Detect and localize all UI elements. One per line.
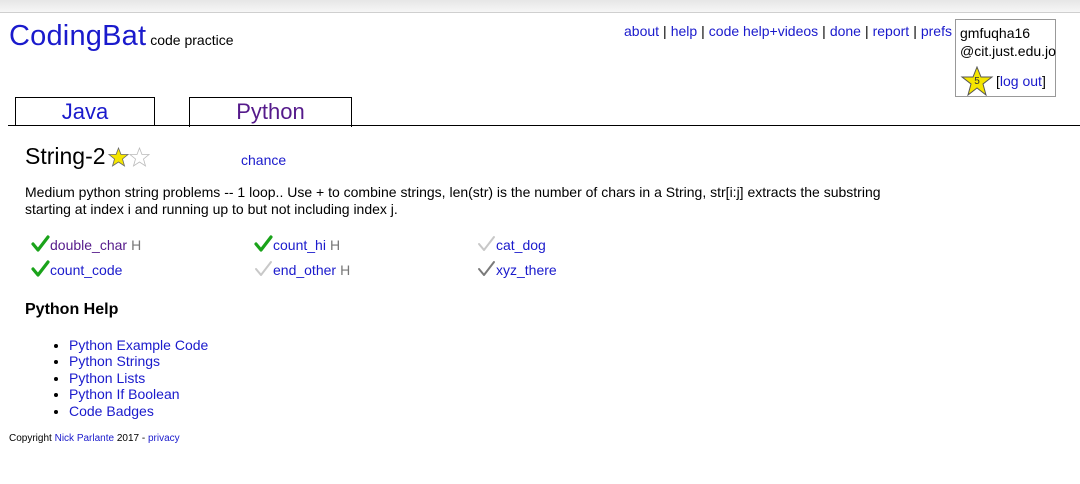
section-title: String-2: [25, 143, 150, 170]
check-unsolved-icon: [478, 236, 495, 251]
help-link-code-badges[interactable]: Code Badges: [69, 403, 154, 419]
section-title-text: String-2: [25, 143, 106, 169]
difficulty-stars: [107, 146, 150, 167]
badge-count: 5: [974, 76, 980, 87]
nav-separator: |: [701, 23, 705, 39]
nav-separator: |: [864, 23, 869, 39]
check-unsolved-icon: [255, 261, 272, 276]
nav-help-link[interactable]: help: [671, 23, 697, 39]
footer: Copyright Nick Parlante 2017 - privacy: [9, 433, 180, 444]
chance-link[interactable]: chance: [241, 152, 286, 168]
list-item: Python Strings: [69, 353, 208, 369]
browser-top-strip: [0, 0, 1080, 13]
help-link-example-code[interactable]: Python Example Code: [69, 337, 208, 353]
help-link-lists[interactable]: Python Lists: [69, 370, 145, 386]
top-nav: about | help | code help+videos | done | report |…: [624, 23, 952, 39]
footer-author-link[interactable]: Nick Parlante: [55, 433, 114, 444]
chance-wrapper: chance: [241, 152, 286, 168]
tab-bar-line: [8, 125, 1080, 126]
nav-code-help-videos-link[interactable]: code help+videos: [709, 23, 818, 39]
problem-item: double_char H: [31, 235, 141, 253]
footer-year: 2017 -: [116, 433, 146, 444]
tab-java[interactable]: Java: [15, 97, 155, 126]
nav-separator: |: [663, 23, 667, 39]
list-item: Python Lists: [69, 370, 208, 386]
nav-report-link[interactable]: report: [873, 23, 910, 39]
badge-star-icon[interactable]: 5: [960, 66, 994, 96]
brand: CodingBat code practice: [9, 20, 234, 53]
user-name: gmfuqha16: [960, 25, 1031, 41]
star-empty-icon: [128, 146, 150, 167]
list-item: Python Example Code: [69, 337, 208, 353]
hint-marker: H: [329, 237, 341, 253]
check-solved-icon: [31, 235, 50, 252]
problem-item: xyz_there: [477, 260, 561, 278]
user-domain: @cit.just.edu.jo: [960, 43, 1056, 59]
nav-prefs-link[interactable]: prefs: [921, 23, 952, 39]
help-link-if-boolean[interactable]: Python If Boolean: [69, 386, 180, 402]
problem-link-count-hi[interactable]: count_hi: [273, 237, 326, 253]
hint-marker: H: [131, 237, 142, 253]
problem-link-end-other[interactable]: end_other: [273, 262, 336, 278]
help-section-title: Python Help: [25, 301, 119, 318]
problem-link-count-code[interactable]: count_code: [50, 262, 122, 278]
check-solved-icon: [254, 235, 273, 252]
logout-bracket-close: ]: [1041, 73, 1046, 89]
tab-python[interactable]: Python: [189, 97, 352, 127]
section-description: Medium python string problems -- 1 loop.…: [25, 184, 881, 217]
help-link-list: Python Example Code Python Strings Pytho…: [51, 337, 208, 419]
problem-item: end_other H: [254, 260, 350, 278]
problem-item: count_hi H: [254, 235, 340, 253]
nav-separator: |: [913, 23, 917, 39]
nav-done-link[interactable]: done: [830, 23, 861, 39]
tagline: code practice: [150, 32, 234, 48]
help-link-strings[interactable]: Python Strings: [69, 353, 160, 369]
problem-link-xyz-there[interactable]: xyz_there: [496, 262, 557, 278]
check-attempted-icon: [478, 261, 495, 276]
logo-link[interactable]: CodingBat: [9, 20, 146, 52]
problem-link-cat-dog[interactable]: cat_dog: [496, 237, 546, 253]
problem-item: cat_dog: [477, 235, 550, 253]
list-item: Code Badges: [69, 403, 208, 419]
logout-link[interactable]: log out: [1000, 73, 1042, 89]
nav-about-link[interactable]: about: [624, 23, 659, 39]
logout-wrapper: [log out]: [996, 72, 1046, 90]
star-filled-icon: [107, 146, 129, 167]
problem-link-double-char[interactable]: double_char: [50, 237, 127, 253]
problem-item: count_code: [31, 260, 126, 278]
list-item: Python If Boolean: [69, 386, 208, 402]
check-solved-icon: [31, 260, 50, 277]
footer-copyright: Copyright: [9, 433, 52, 444]
nav-separator: |: [822, 23, 826, 39]
hint-marker: H: [340, 262, 351, 278]
user-box: gmfuqha16 @cit.just.edu.jo 5 [log out]: [955, 19, 1056, 97]
footer-privacy-link[interactable]: privacy: [148, 433, 180, 444]
